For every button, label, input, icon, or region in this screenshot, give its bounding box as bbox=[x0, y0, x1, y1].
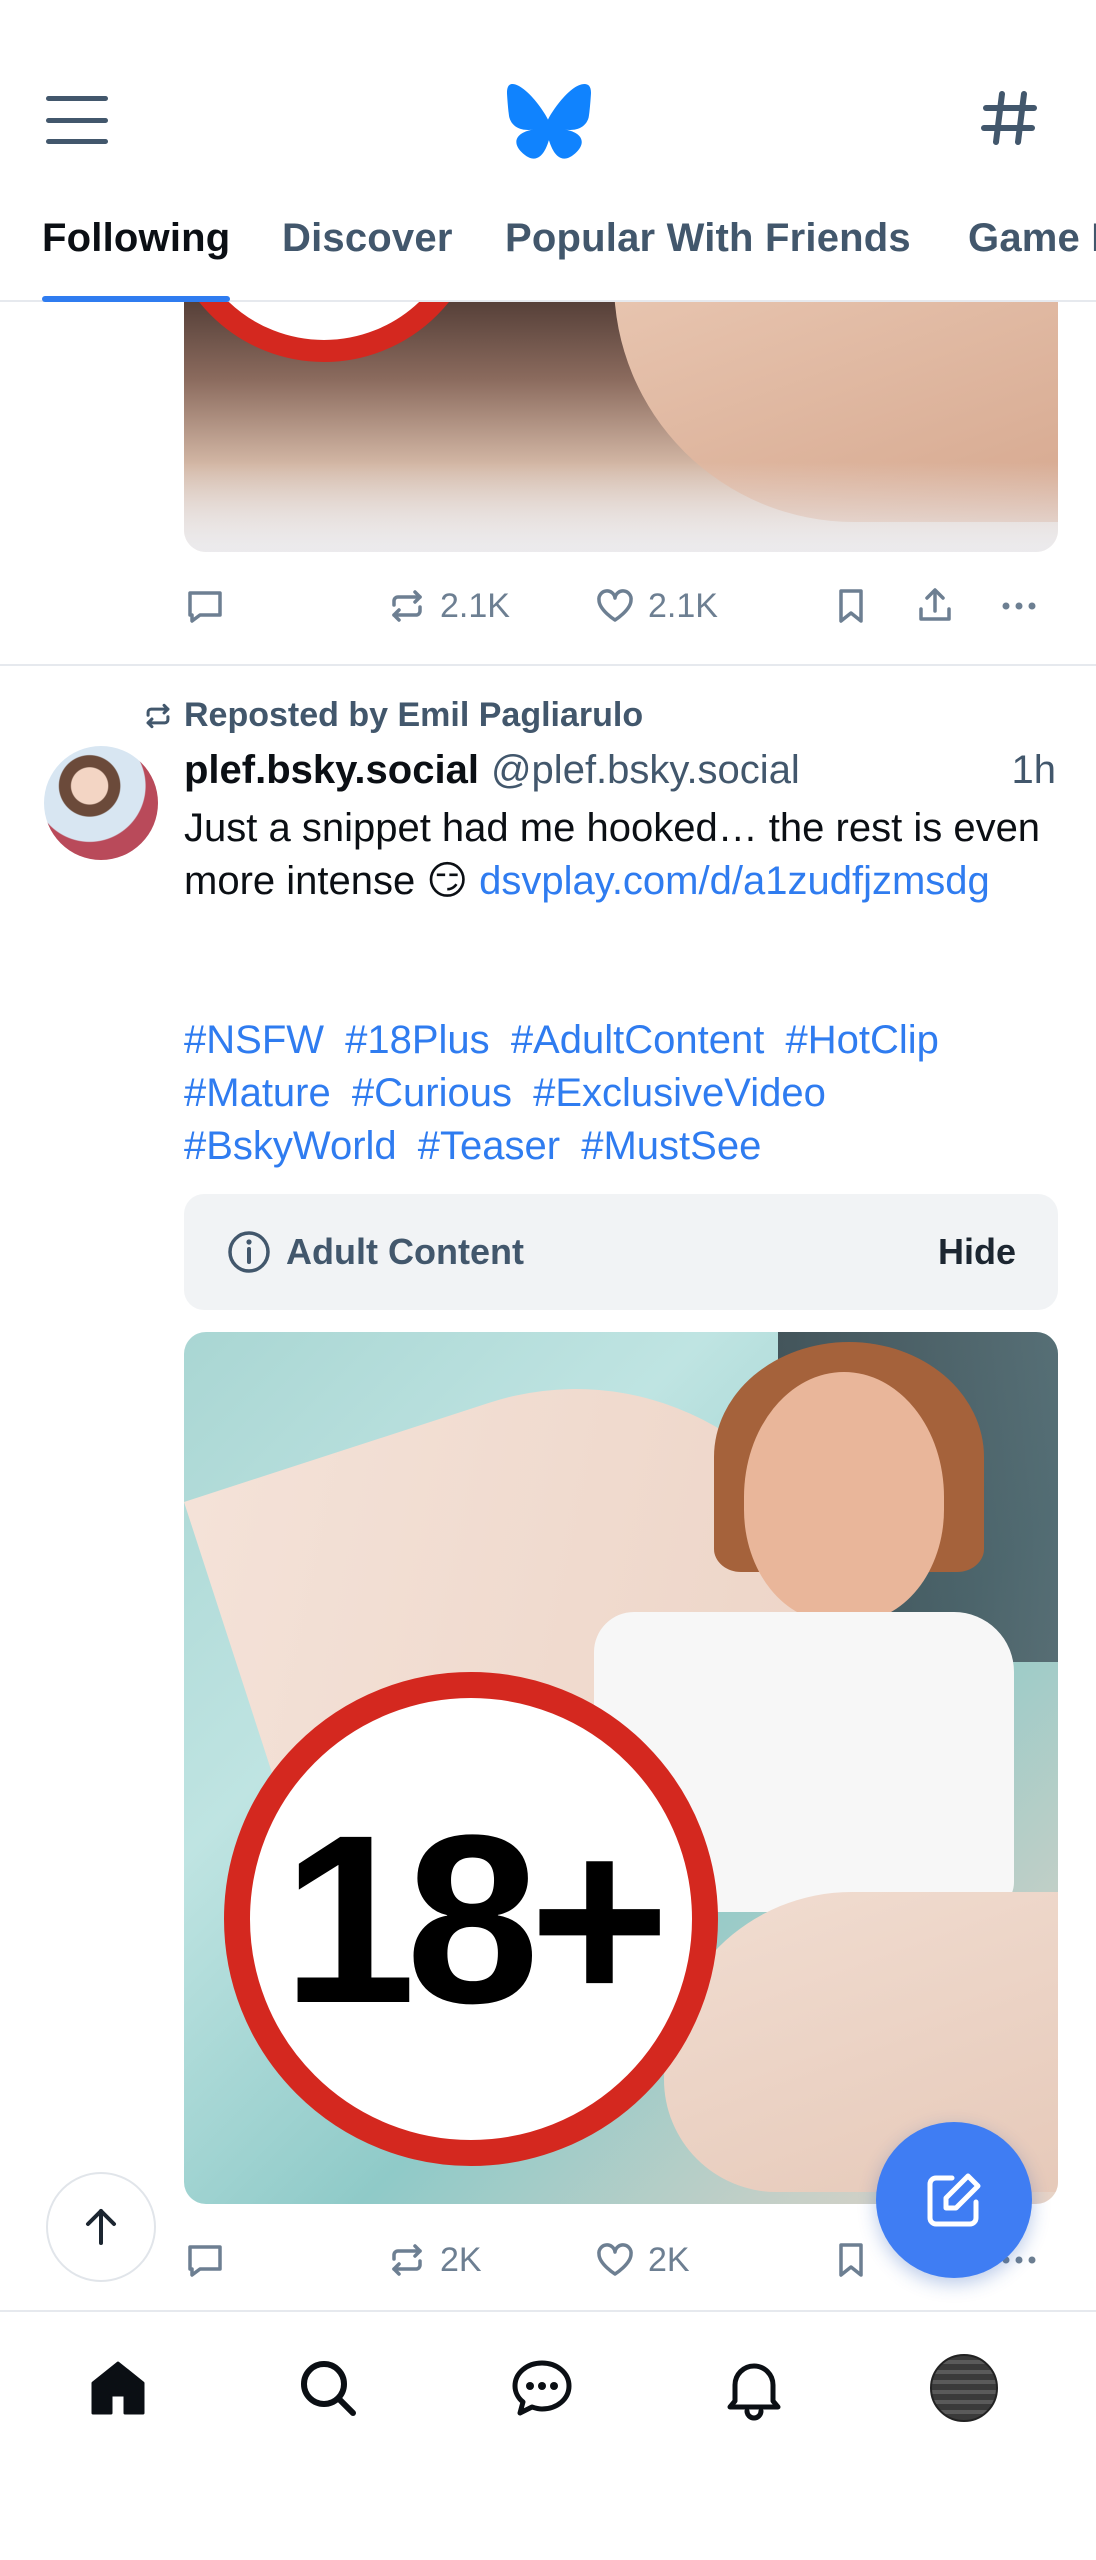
content-warning: Adult Content Hide bbox=[184, 1194, 1058, 1310]
previous-post-actions: 2.1K 2.1K bbox=[184, 576, 1064, 636]
compose-icon bbox=[927, 2173, 981, 2227]
bookmark-icon bbox=[839, 589, 863, 623]
share-icon bbox=[919, 588, 951, 621]
nav-chat[interactable] bbox=[504, 2350, 580, 2426]
profile-avatar bbox=[930, 2354, 998, 2422]
previous-post-media[interactable] bbox=[184, 302, 1058, 552]
nav-search[interactable] bbox=[290, 2350, 366, 2426]
tab-following[interactable]: Following bbox=[42, 210, 231, 302]
hashtag-icon[interactable] bbox=[978, 86, 1042, 150]
hashtag[interactable]: #ExclusiveVideo bbox=[533, 1071, 826, 1115]
bottom-navigation bbox=[0, 2310, 1096, 2560]
reply-icon bbox=[188, 591, 222, 623]
reply-button[interactable] bbox=[184, 576, 226, 636]
like-count: 2.1K bbox=[648, 586, 718, 625]
bookmark-icon bbox=[839, 2243, 863, 2277]
tab-discover[interactable]: Discover bbox=[282, 210, 453, 302]
tab-label: Popular With Friends bbox=[505, 216, 911, 260]
post-hashtags: #NSFW #18Plus #AdultContent #HotClip #Ma… bbox=[184, 1014, 1044, 1173]
nav-home[interactable] bbox=[80, 2350, 156, 2426]
avatar[interactable] bbox=[44, 746, 158, 860]
arrow-up-icon bbox=[86, 2209, 116, 2245]
author-handle[interactable]: @plef.bsky.social bbox=[491, 748, 800, 793]
feed-tabs: Following Discover Popular With Friends … bbox=[0, 210, 1096, 302]
active-tab-indicator bbox=[42, 296, 231, 302]
repost-icon bbox=[392, 590, 422, 622]
age-badge-text: 18+ bbox=[282, 1785, 669, 2053]
search-icon bbox=[301, 2361, 356, 2416]
post-link[interactable]: dsvplay.com/d/a1zudfjzmsdg bbox=[479, 859, 990, 903]
bookmark-button[interactable] bbox=[830, 2230, 872, 2290]
hashtag[interactable]: #Teaser bbox=[418, 1124, 560, 1168]
like-button[interactable]: 2.1K bbox=[594, 576, 718, 636]
home-icon bbox=[91, 2361, 145, 2415]
repost-icon bbox=[146, 703, 170, 728]
age-restriction-badge: 18+ bbox=[224, 1672, 718, 2166]
author-name[interactable]: plef.bsky.social bbox=[184, 748, 479, 793]
reply-icon bbox=[188, 2245, 222, 2277]
tab-popular-with-friends[interactable]: Popular With Friends bbox=[505, 210, 911, 302]
repost-button[interactable]: 2.1K bbox=[386, 576, 510, 636]
repost-count: 2.1K bbox=[440, 586, 510, 625]
menu-icon[interactable] bbox=[46, 96, 108, 144]
post-media-image[interactable]: 18+ bbox=[184, 1332, 1058, 2204]
heart-icon bbox=[597, 2243, 633, 2276]
repost-label: Reposted by Emil Pagliarulo bbox=[184, 696, 644, 734]
more-options-button[interactable] bbox=[998, 576, 1040, 636]
butterfly-logo[interactable] bbox=[505, 84, 591, 160]
tab-label: Following bbox=[42, 216, 231, 260]
hashtag[interactable]: #Mature bbox=[184, 1071, 331, 1115]
like-button[interactable]: 2K bbox=[594, 2230, 690, 2290]
info-icon bbox=[228, 1231, 270, 1273]
hashtag[interactable]: #AdultContent bbox=[511, 1018, 765, 1062]
bell-icon bbox=[727, 2363, 781, 2421]
hashtag[interactable]: #HotClip bbox=[785, 1018, 938, 1062]
post-time[interactable]: 1h bbox=[1012, 748, 1057, 793]
app-header: Following Discover Popular With Friends … bbox=[0, 0, 1096, 302]
repost-icon bbox=[392, 2244, 422, 2276]
compose-post-button[interactable] bbox=[876, 2122, 1032, 2278]
hashtag[interactable]: #NSFW bbox=[184, 1018, 324, 1062]
scroll-to-top-button[interactable] bbox=[46, 2172, 156, 2282]
hashtag[interactable]: #BskyWorld bbox=[184, 1124, 397, 1168]
repost-attribution[interactable]: Reposted by Emil Pagliarulo bbox=[142, 696, 643, 735]
content-warning-label: Adult Content bbox=[286, 1231, 524, 1272]
feed[interactable]: 2.1K 2.1K Reposted by Emil Pagliarulo pl… bbox=[0, 302, 1096, 2310]
post-text: Just a snippet had me hooked… the rest i… bbox=[184, 802, 1044, 908]
hashtag[interactable]: #18Plus bbox=[345, 1018, 490, 1062]
repost-button[interactable]: 2K bbox=[386, 2230, 482, 2290]
chat-icon bbox=[512, 2360, 572, 2416]
more-icon bbox=[1002, 602, 1036, 610]
nav-notifications[interactable] bbox=[716, 2350, 792, 2426]
post-author: plef.bsky.social @plef.bsky.social 1h bbox=[184, 748, 1064, 793]
tab-game[interactable]: Game I bbox=[968, 210, 1096, 302]
hashtag[interactable]: #Curious bbox=[352, 1071, 512, 1115]
post-divider bbox=[0, 664, 1096, 666]
reply-button[interactable] bbox=[184, 2230, 226, 2290]
tab-label: Discover bbox=[282, 216, 453, 260]
heart-icon bbox=[597, 589, 633, 622]
bookmark-button[interactable] bbox=[830, 576, 872, 636]
share-button[interactable] bbox=[914, 576, 956, 636]
hide-button[interactable]: Hide bbox=[938, 1231, 1016, 1273]
tab-label: Game I bbox=[968, 216, 1096, 260]
nav-profile[interactable] bbox=[926, 2350, 1002, 2426]
repost-count: 2K bbox=[440, 2240, 482, 2279]
hashtag[interactable]: #MustSee bbox=[581, 1124, 761, 1168]
like-count: 2K bbox=[648, 2240, 690, 2279]
